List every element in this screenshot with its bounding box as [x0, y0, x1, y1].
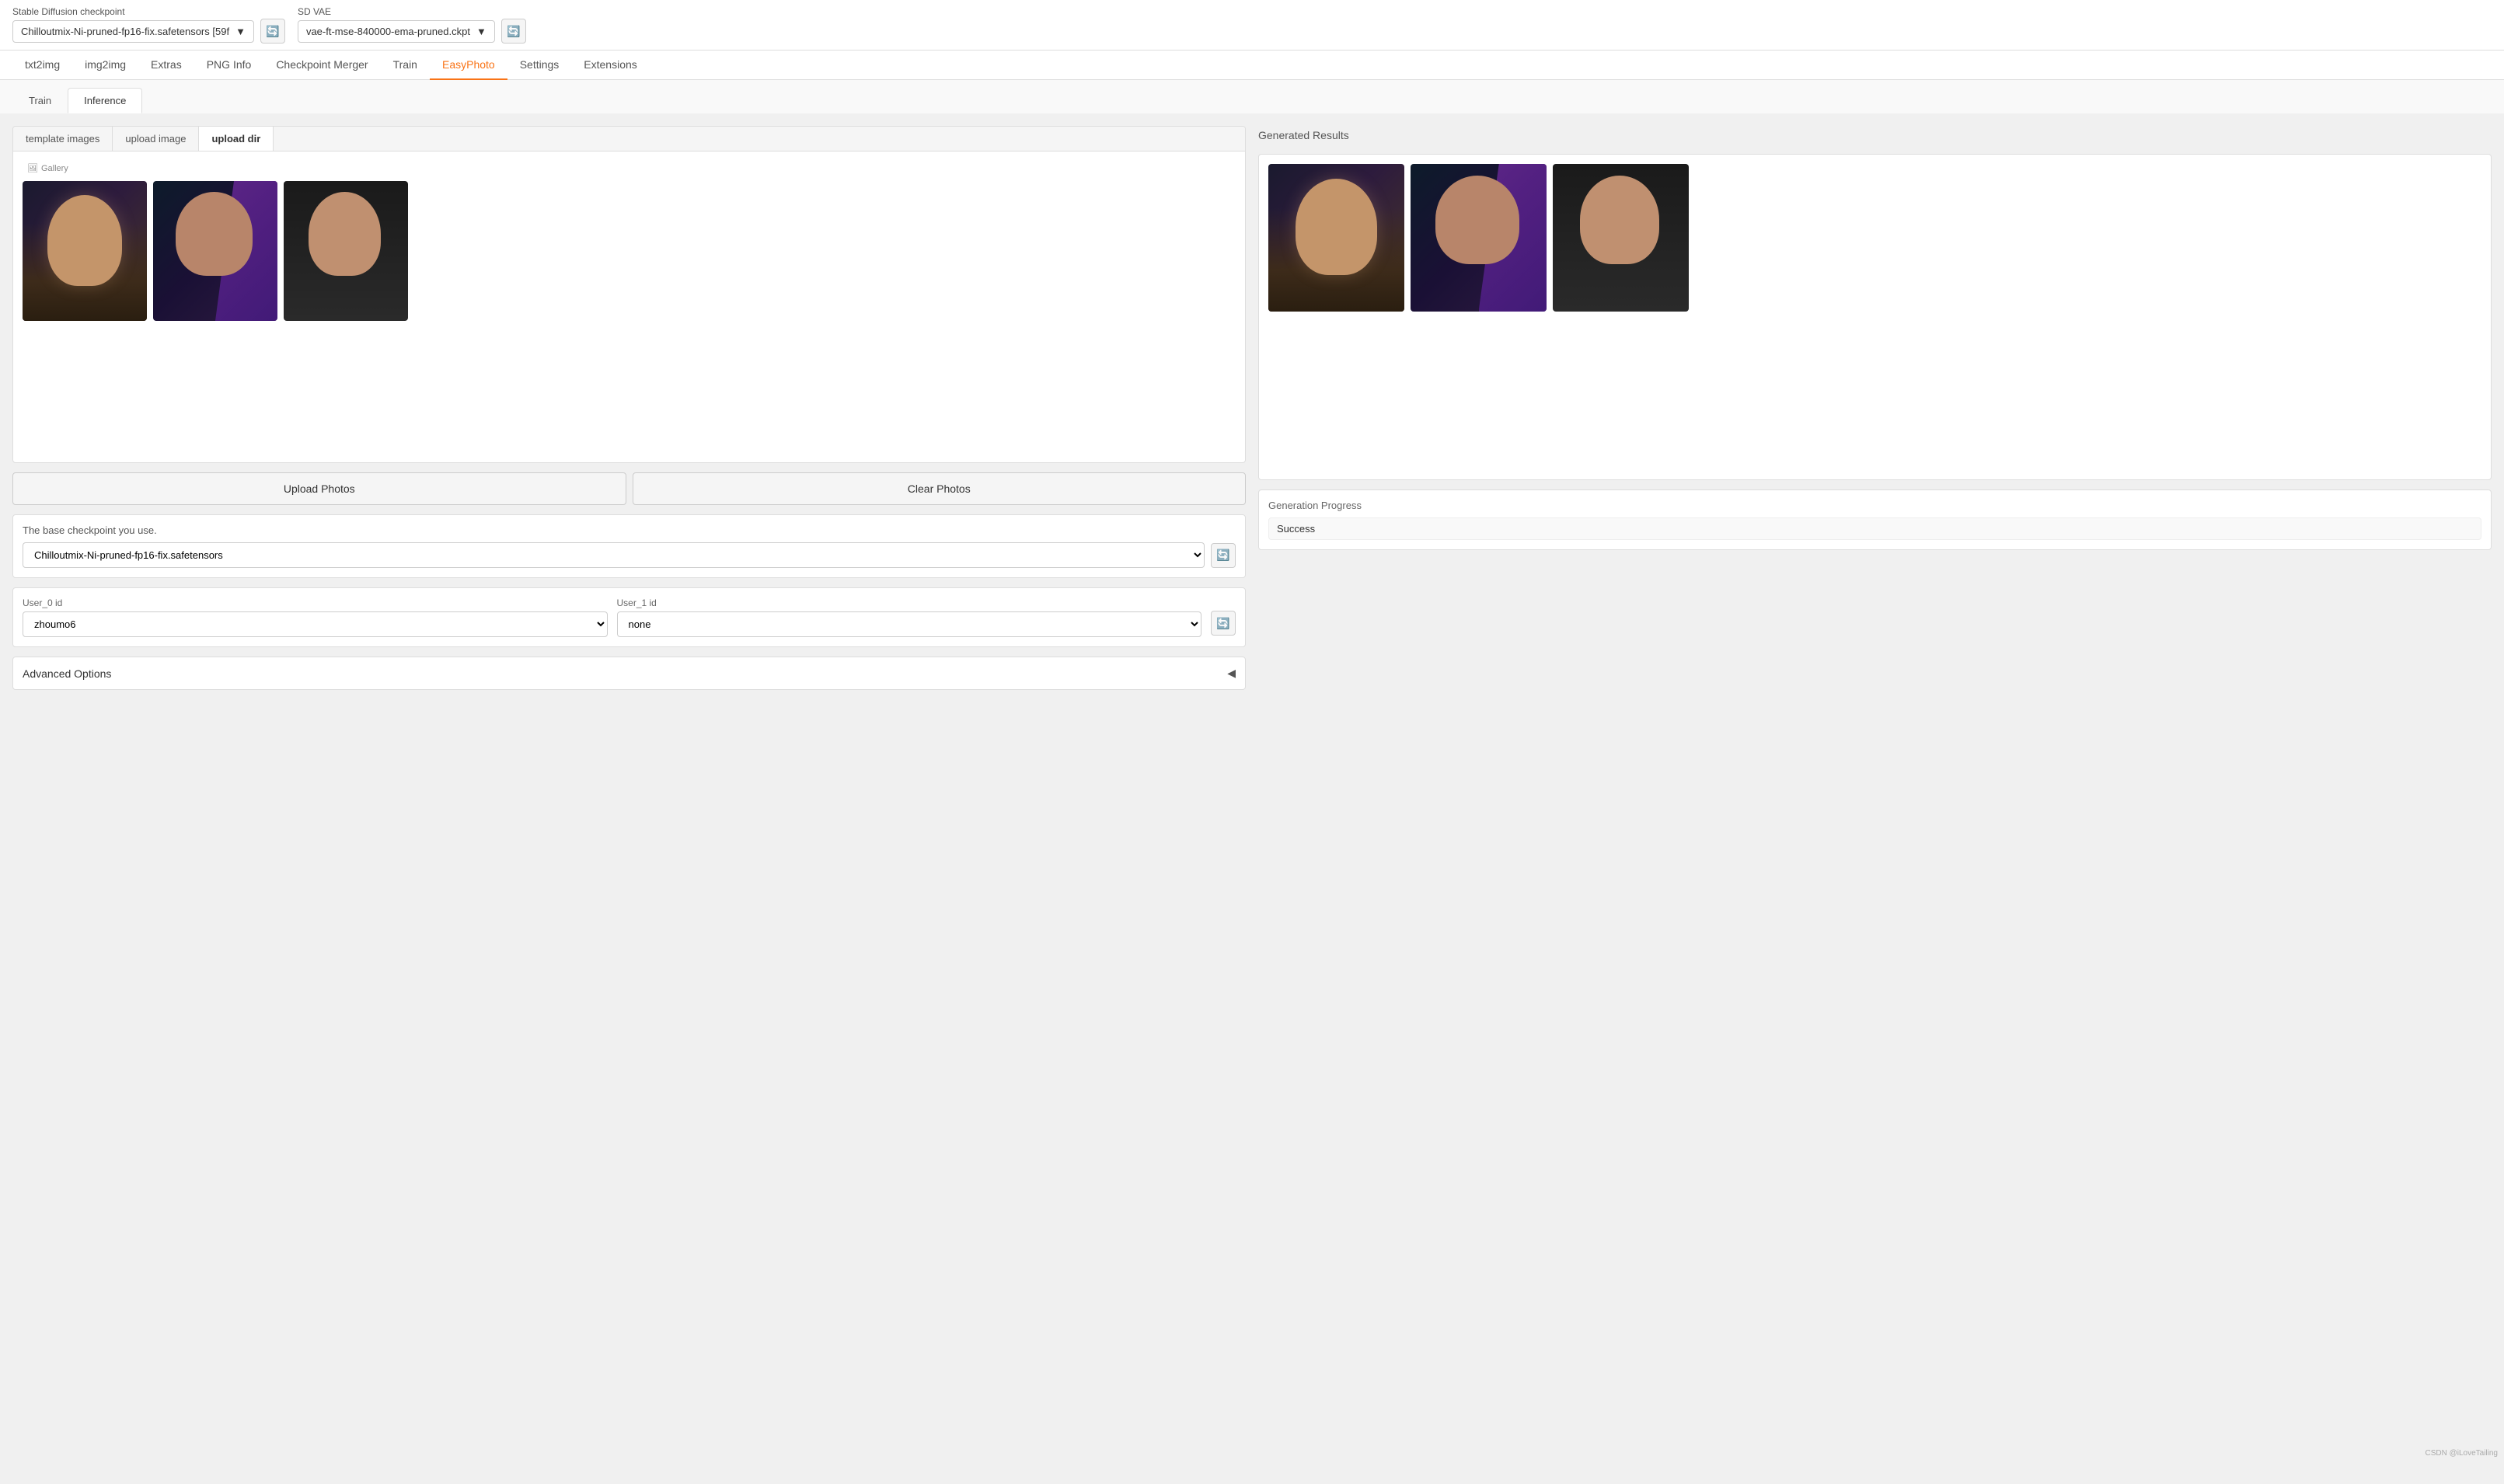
- checkpoint-form-label: The base checkpoint you use.: [23, 524, 1236, 536]
- advanced-options-section[interactable]: Advanced Options ◀: [12, 657, 1246, 690]
- vae-select-wrapper: vae-ft-mse-840000-ema-pruned.ckpt ▼ 🔄: [298, 19, 526, 44]
- gallery-area: 🖼 Gallery: [13, 152, 1245, 462]
- tab-easyphoto[interactable]: EasyPhoto: [430, 51, 507, 80]
- left-panel: template images upload image upload dir …: [12, 126, 1246, 1472]
- checkpoint-label: Stable Diffusion checkpoint: [12, 6, 285, 17]
- right-panel: Generated Results Generation Progress Su…: [1258, 126, 2492, 1472]
- user-id-row: User_0 id zhoumo6 User_1 id none 🔄: [23, 597, 1236, 637]
- thumbnail-1[interactable]: [23, 181, 147, 321]
- checkpoint-form-section: The base checkpoint you use. Chilloutmix…: [12, 514, 1246, 578]
- tab-train[interactable]: Train: [381, 51, 430, 80]
- checkpoint-dropdown[interactable]: Chilloutmix-Ni-pruned-fp16-fix.safetenso…: [23, 542, 1205, 568]
- tab-img2img[interactable]: img2img: [72, 51, 138, 80]
- generated-thumb-2[interactable]: [1411, 164, 1547, 312]
- tab-template-images[interactable]: template images: [13, 127, 113, 151]
- collapse-icon: ◀: [1227, 667, 1236, 680]
- clear-photos-button[interactable]: Clear Photos: [633, 472, 1247, 505]
- content-area: template images upload image upload dir …: [0, 113, 2504, 1484]
- tab-png-info[interactable]: PNG Info: [194, 51, 264, 80]
- main-tabs: txt2img img2img Extras PNG Info Checkpoi…: [0, 51, 2504, 80]
- user0-dropdown[interactable]: zhoumo6: [23, 611, 608, 637]
- vae-label: SD VAE: [298, 6, 526, 17]
- checkpoint-refresh-button[interactable]: 🔄: [260, 19, 285, 44]
- user0-group: User_0 id zhoumo6: [23, 597, 608, 637]
- generated-results-container: [1258, 154, 2492, 480]
- tab-settings[interactable]: Settings: [507, 51, 572, 80]
- gallery-label-text: Gallery: [41, 164, 68, 173]
- user1-dropdown[interactable]: none: [617, 611, 1202, 637]
- chevron-down-icon: ▼: [235, 26, 246, 37]
- generated-thumb-1[interactable]: [1268, 164, 1404, 312]
- checkpoint-form-row: Chilloutmix-Ni-pruned-fp16-fix.safetenso…: [23, 542, 1236, 568]
- user-id-section: User_0 id zhoumo6 User_1 id none 🔄: [12, 587, 1246, 647]
- gallery-label: 🖼 Gallery: [23, 162, 73, 175]
- tab-upload-image[interactable]: upload image: [113, 127, 199, 151]
- sub-tab-train[interactable]: Train: [12, 88, 68, 113]
- vae-select[interactable]: vae-ft-mse-840000-ema-pruned.ckpt ▼: [298, 20, 495, 43]
- tab-upload-dir[interactable]: upload dir: [199, 127, 274, 151]
- image-tab-bar: template images upload image upload dir: [13, 127, 1245, 152]
- watermark: CSDN @iLoveTailing: [2425, 1449, 2498, 1458]
- user1-label: User_1 id: [617, 597, 1202, 608]
- generated-thumb-3[interactable]: [1553, 164, 1689, 312]
- checkpoint-section: Stable Diffusion checkpoint Chilloutmix-…: [12, 6, 285, 44]
- image-grid: [23, 181, 1236, 321]
- upload-photos-button[interactable]: Upload Photos: [12, 472, 626, 505]
- generation-progress-value: Success: [1268, 517, 2481, 540]
- advanced-options-label: Advanced Options: [23, 667, 111, 680]
- vae-refresh-button[interactable]: 🔄: [501, 19, 526, 44]
- generation-progress-label: Generation Progress: [1268, 500, 2481, 511]
- action-buttons: Upload Photos Clear Photos: [12, 472, 1246, 505]
- image-tabs-container: template images upload image upload dir …: [12, 126, 1246, 463]
- sub-tab-inference[interactable]: Inference: [68, 88, 142, 113]
- user-id-refresh-button[interactable]: 🔄: [1211, 611, 1236, 636]
- tab-txt2img[interactable]: txt2img: [12, 51, 72, 80]
- chevron-down-icon: ▼: [476, 26, 487, 37]
- user0-label: User_0 id: [23, 597, 608, 608]
- checkpoint-select[interactable]: Chilloutmix-Ni-pruned-fp16-fix.safetenso…: [12, 20, 254, 43]
- vae-section: SD VAE vae-ft-mse-840000-ema-pruned.ckpt…: [298, 6, 526, 44]
- thumbnail-3[interactable]: [284, 181, 408, 321]
- checkpoint-select-wrapper: Chilloutmix-Ni-pruned-fp16-fix.safetenso…: [12, 19, 285, 44]
- sub-tabs: Train Inference: [0, 80, 2504, 113]
- user1-group: User_1 id none: [617, 597, 1202, 637]
- vae-value: vae-ft-mse-840000-ema-pruned.ckpt: [306, 26, 470, 37]
- thumbnail-2[interactable]: [153, 181, 277, 321]
- checkpoint-form-refresh-button[interactable]: 🔄: [1211, 543, 1236, 568]
- generated-grid: [1268, 164, 2481, 312]
- tab-extensions[interactable]: Extensions: [571, 51, 649, 80]
- top-bar: Stable Diffusion checkpoint Chilloutmix-…: [0, 0, 2504, 51]
- tab-extras[interactable]: Extras: [138, 51, 194, 80]
- tab-checkpoint-merger[interactable]: Checkpoint Merger: [263, 51, 380, 80]
- generated-results-label: Generated Results: [1258, 126, 2492, 145]
- checkpoint-value: Chilloutmix-Ni-pruned-fp16-fix.safetenso…: [21, 26, 229, 37]
- generation-progress-section: Generation Progress Success: [1258, 489, 2492, 550]
- gallery-icon: 🖼: [27, 163, 38, 173]
